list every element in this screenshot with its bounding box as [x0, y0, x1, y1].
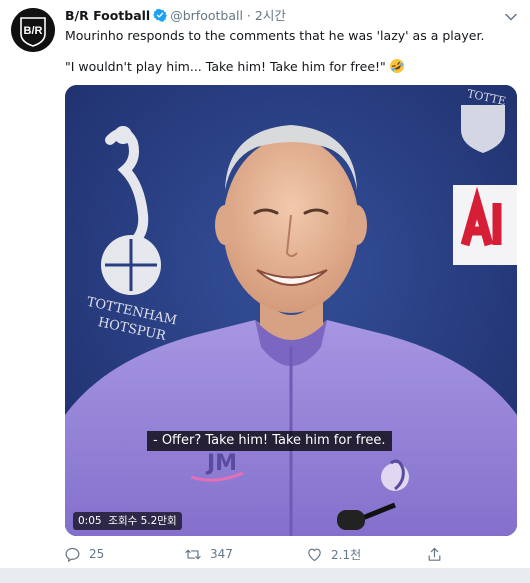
- reply-count: 25: [89, 547, 105, 561]
- reply-button[interactable]: 25: [64, 544, 104, 564]
- share-button[interactable]: [426, 544, 451, 564]
- video-duration: 0:05: [78, 515, 102, 527]
- like-button[interactable]: 2.1천: [306, 544, 361, 564]
- retweet-button[interactable]: 347: [184, 544, 233, 564]
- separator-dot: ·: [246, 8, 251, 23]
- more-options-chevron-icon[interactable]: [502, 8, 520, 26]
- verified-badge-icon: [153, 8, 168, 26]
- retweet-icon: [185, 549, 201, 559]
- tweet-text-line-1: Mourinho responds to the comments that h…: [65, 28, 485, 43]
- video-player[interactable]: TOTTENHAM HOTSPUR TOTTE JM - Offer? Take…: [65, 85, 517, 536]
- quote-text: "I wouldn't play him... Take him! Take h…: [65, 59, 386, 74]
- reply-icon: [65, 547, 80, 562]
- timeline-divider: [0, 569, 530, 583]
- rolling-on-floor-laughing-emoji-icon: [389, 58, 405, 78]
- author-handle[interactable]: @brfootball: [170, 8, 243, 23]
- share-icon: [428, 547, 441, 561]
- video-subtitle: - Offer? Take him! Take him for free.: [147, 431, 392, 451]
- video-time-badge: 0:05 조회수 5.2만회: [73, 512, 182, 530]
- tweet-timestamp[interactable]: 2시간: [255, 8, 286, 23]
- br-logo-icon: B/R: [11, 8, 55, 52]
- video-view-count: 조회수 5.2만회: [108, 515, 177, 527]
- svg-text:JM: JM: [205, 451, 237, 476]
- avatar[interactable]: B/R: [11, 8, 55, 52]
- like-count: 2.1천: [331, 547, 362, 562]
- svg-text:B/R: B/R: [24, 25, 43, 37]
- author-name[interactable]: B/R Football: [65, 8, 150, 23]
- tweet[interactable]: B/R B/R Football @brfootball · 2시간 Mourin…: [0, 0, 530, 569]
- heart-icon: [308, 548, 321, 561]
- tweet-text: Mourinho responds to the comments that h…: [65, 27, 484, 78]
- retweet-count: 347: [210, 547, 233, 561]
- tweet-text-line-2: "I wouldn't play him... Take him! Take h…: [65, 58, 484, 78]
- video-frame: TOTTENHAM HOTSPUR TOTTE JM: [65, 85, 517, 536]
- tweet-action-bar: 25 347 2.1천: [64, 544, 464, 564]
- tweet-header: B/R Football @brfootball · 2시간: [65, 8, 286, 26]
